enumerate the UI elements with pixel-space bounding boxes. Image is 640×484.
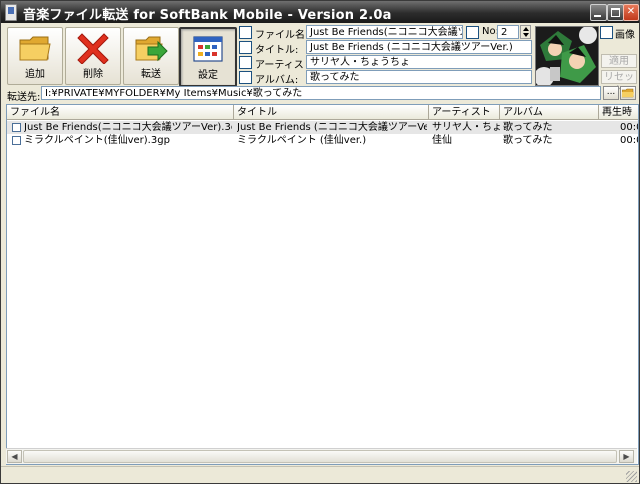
row-album: 歌ってみた bbox=[503, 135, 553, 146]
table-row[interactable]: Just Be Friends(ニコニコ大会議ツアーVer).3gp Just … bbox=[7, 121, 638, 134]
no-spinner[interactable] bbox=[520, 25, 531, 39]
column-header-duration[interactable]: 再生時 bbox=[599, 105, 638, 120]
filename-checkbox[interactable] bbox=[239, 26, 252, 39]
title-checkbox[interactable] bbox=[239, 41, 252, 54]
album-label: アルバム: bbox=[255, 75, 299, 86]
add-label: 追加 bbox=[25, 69, 45, 80]
row-filename: ミラクルペイント(佳仙ver).3gp bbox=[24, 135, 170, 146]
artist-label: アーティスト bbox=[255, 60, 314, 71]
file-list[interactable]: ファイル名 タイトル アーティスト アルバム 再生時 Just Be Frien… bbox=[6, 104, 639, 465]
close-button[interactable]: ✕ bbox=[623, 4, 639, 21]
filename-label: ファイル名: bbox=[255, 30, 309, 41]
app-icon bbox=[5, 4, 17, 21]
no-checkbox[interactable] bbox=[466, 26, 479, 39]
image-checkbox[interactable] bbox=[600, 26, 613, 39]
close-icon: ✕ bbox=[626, 6, 636, 17]
app-window: 音楽ファイル転送 for SoftBank Mobile - Version 2… bbox=[0, 0, 640, 484]
row-artist: 佳仙 bbox=[432, 135, 452, 146]
path-label: 転送先: bbox=[7, 92, 41, 103]
window-icon bbox=[193, 36, 223, 62]
red-x-icon bbox=[77, 33, 109, 64]
title-field[interactable]: Just Be Friends (ニコニコ大会議ツアーVer.) bbox=[306, 40, 532, 54]
album-art bbox=[535, 26, 599, 86]
reset-button[interactable]: リセット bbox=[601, 70, 637, 96]
filename-field[interactable]: Just Be Friends(ニコニコ大会議ツアー bbox=[306, 25, 463, 39]
minimize-button[interactable] bbox=[590, 4, 607, 21]
add-button[interactable]: 追加 bbox=[7, 27, 63, 85]
open-folder-button[interactable] bbox=[620, 86, 636, 100]
row-artist: サリヤ人・ちょ... bbox=[432, 122, 500, 133]
delete-button[interactable]: 削除 bbox=[65, 27, 121, 85]
image-label: 画像 bbox=[615, 30, 635, 41]
small-folder-icon bbox=[622, 88, 634, 98]
resize-grip[interactable] bbox=[626, 471, 637, 482]
row-title: Just Be Friends (ニコニコ大会議ツアーVer.) bbox=[237, 122, 427, 133]
row-checkbox[interactable] bbox=[12, 123, 21, 132]
window-title: 音楽ファイル転送 for SoftBank Mobile - Version 2… bbox=[23, 8, 392, 23]
artist-field[interactable]: サリヤ人・ちょうちょ bbox=[306, 55, 532, 69]
title-label: タイトル: bbox=[255, 45, 299, 56]
status-bar bbox=[1, 466, 639, 483]
row-title: ミラクルペイント (佳仙ver.) bbox=[237, 135, 367, 146]
no-field[interactable]: 2 bbox=[497, 25, 519, 39]
horizontal-scrollbar[interactable]: ◀ ▶ bbox=[6, 448, 637, 464]
chevron-right-icon: ▶ bbox=[623, 452, 630, 461]
path-field[interactable]: I:¥PRIVATE¥MYFOLDER¥My Items¥Music¥歌ってみた bbox=[41, 86, 601, 100]
row-checkbox[interactable] bbox=[12, 136, 21, 145]
apply-button[interactable]: 適用 bbox=[601, 54, 637, 68]
album-checkbox[interactable] bbox=[239, 71, 252, 84]
maximize-icon bbox=[611, 8, 620, 17]
folder-arrow-icon bbox=[135, 36, 168, 62]
chevron-left-icon: ◀ bbox=[11, 452, 18, 461]
title-bar[interactable]: 音楽ファイル転送 for SoftBank Mobile - Version 2… bbox=[1, 1, 639, 23]
delete-label: 削除 bbox=[83, 69, 103, 80]
row-album: 歌ってみた bbox=[503, 122, 553, 133]
column-header-title[interactable]: タイトル bbox=[234, 105, 429, 120]
scroll-thumb[interactable] bbox=[23, 450, 617, 463]
settings-button[interactable]: 設定 bbox=[179, 27, 237, 87]
column-header-album[interactable]: アルバム bbox=[500, 105, 599, 120]
minimize-icon bbox=[594, 15, 601, 17]
row-duration: 00:0 bbox=[620, 135, 638, 146]
folder-icon bbox=[19, 36, 51, 61]
maximize-button[interactable] bbox=[607, 4, 624, 21]
column-header-artist[interactable]: アーティスト bbox=[429, 105, 500, 120]
column-header-filename[interactable]: ファイル名 bbox=[7, 105, 234, 120]
settings-label: 設定 bbox=[198, 70, 218, 81]
table-row[interactable]: ミラクルペイント(佳仙ver).3gp ミラクルペイント (佳仙ver.) 佳仙… bbox=[7, 134, 638, 147]
row-duration: 00:0 bbox=[620, 122, 638, 133]
browse-button[interactable]: ... bbox=[603, 86, 619, 100]
album-field[interactable]: 歌ってみた bbox=[306, 70, 532, 84]
transfer-button[interactable]: 転送 bbox=[123, 27, 179, 85]
scroll-left-button[interactable]: ◀ bbox=[7, 450, 22, 463]
artist-checkbox[interactable] bbox=[239, 56, 252, 69]
scroll-right-button[interactable]: ▶ bbox=[619, 450, 634, 463]
transfer-label: 転送 bbox=[141, 69, 161, 80]
album-art-image bbox=[536, 27, 598, 85]
row-filename: Just Be Friends(ニコニコ大会議ツアーVer).3gp bbox=[24, 122, 232, 133]
